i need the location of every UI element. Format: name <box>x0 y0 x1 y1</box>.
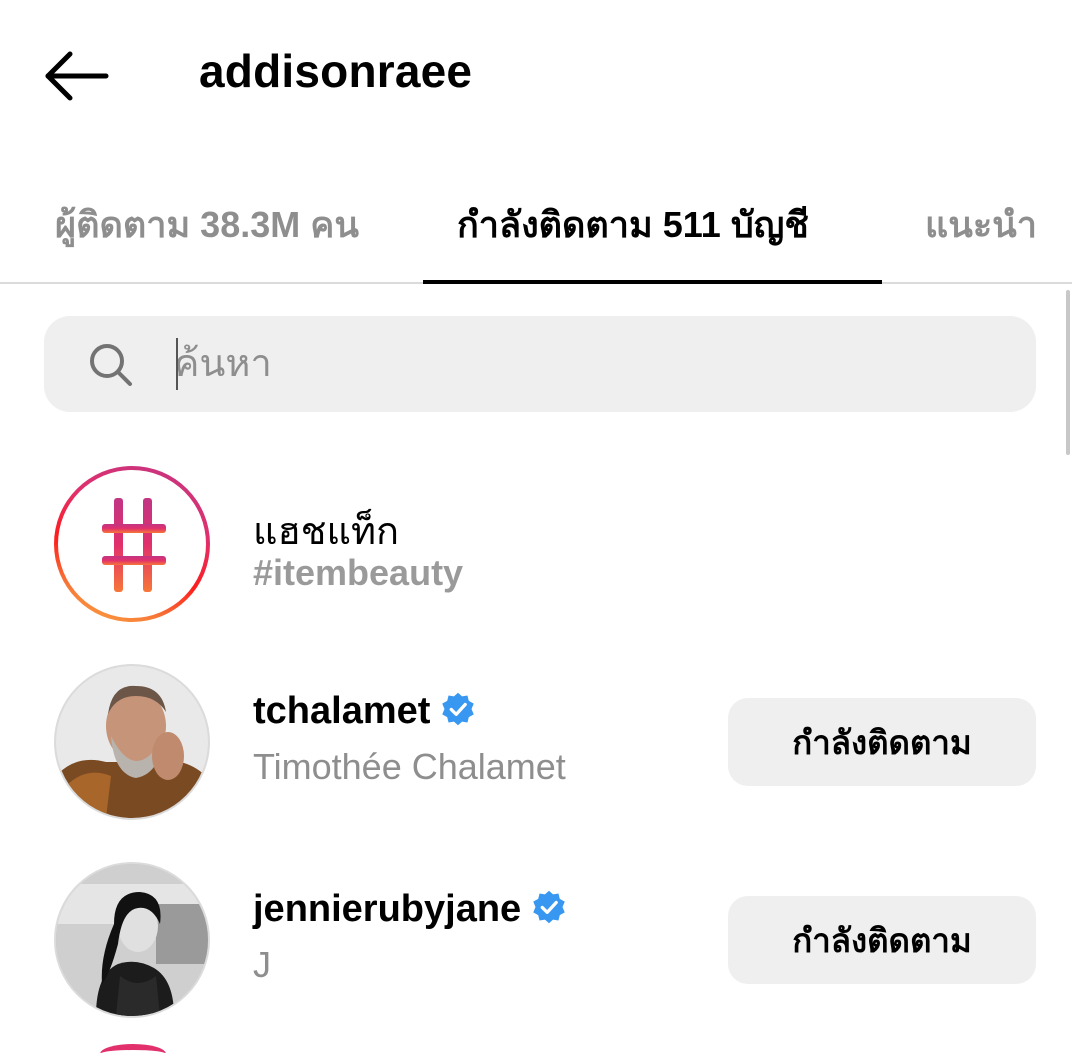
hashtag-avatar <box>54 466 210 622</box>
account-list-item[interactable]: jennierubyjane J กำลังติดตาม <box>0 862 1072 1022</box>
scrollbar[interactable] <box>1066 290 1070 455</box>
account-username: tchalamet <box>253 690 476 733</box>
username-text: tchalamet <box>253 690 431 732</box>
account-list-item[interactable]: tchalamet Timothée Chalamet กำลังติดตาม <box>0 664 1072 824</box>
hashtag-icon <box>102 498 166 592</box>
avatar[interactable] <box>54 664 210 820</box>
search-icon <box>90 344 132 386</box>
tab-followers[interactable]: ผู้ติดตาม 38.3M คน <box>55 196 359 253</box>
hashtag-list-item[interactable]: แฮชแท็ก #itembeauty <box>0 466 1072 626</box>
active-tab-indicator <box>423 280 882 284</box>
tab-following[interactable]: กำลังติดตาม 511 บัญชี <box>457 196 809 253</box>
following-button[interactable]: กำลังติดตาม <box>728 896 1036 984</box>
account-full-name: Timothée Chalamet <box>253 746 566 787</box>
verified-badge-icon <box>533 890 565 924</box>
next-avatar-partial <box>100 1044 166 1053</box>
back-button[interactable] <box>42 48 112 104</box>
header: addisonraee <box>0 0 1072 150</box>
username-text: jennierubyjane <box>253 888 522 930</box>
avatar[interactable] <box>54 862 210 1018</box>
text-cursor <box>176 338 178 390</box>
following-list-screen: addisonraee ผู้ติดตาม 38.3M คน กำลังติดต… <box>0 0 1072 1053</box>
search-input[interactable] <box>174 334 994 394</box>
profile-username-title: addisonraee <box>199 45 473 97</box>
account-full-name: J <box>253 944 271 985</box>
hashtag-name: #itembeauty <box>253 552 464 593</box>
avatar-photo <box>56 666 208 818</box>
account-username: jennierubyjane <box>253 888 567 931</box>
verified-badge-icon <box>442 692 475 726</box>
tab-bar: ผู้ติดตาม 38.3M คน กำลังติดตาม 511 บัญชี… <box>0 178 1072 284</box>
tab-suggested[interactable]: แนะนำ <box>925 196 1037 253</box>
following-button[interactable]: กำลังติดตาม <box>728 698 1036 786</box>
arrow-left-icon <box>45 51 109 101</box>
search-bar[interactable] <box>44 316 1036 412</box>
avatar-photo <box>56 864 208 1016</box>
